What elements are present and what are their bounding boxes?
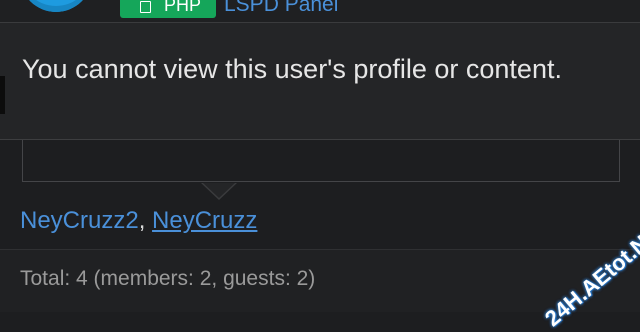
tooltip-arrow-fill <box>203 183 235 198</box>
document-icon <box>140 1 151 13</box>
content-box <box>22 140 620 182</box>
tooltip-edge <box>0 76 5 114</box>
restricted-profile-tooltip: You cannot view this user's profile or c… <box>0 22 640 140</box>
online-members-list: NeyCruzz2, NeyCruzz <box>20 206 257 236</box>
member-link[interactable]: NeyCruzz2 <box>20 207 139 234</box>
thread-title-link[interactable]: LSPD Panel <box>224 0 338 16</box>
tooltip-message: You cannot view this user's profile or c… <box>22 54 562 84</box>
online-total: Total: 4 (members: 2, guests: 2) <box>20 267 316 290</box>
member-link[interactable]: NeyCruzz <box>152 207 257 234</box>
prefix-label: PHP <box>164 0 202 15</box>
member-separator: , <box>138 207 153 234</box>
prefix-badge[interactable]: PHP <box>120 0 216 18</box>
